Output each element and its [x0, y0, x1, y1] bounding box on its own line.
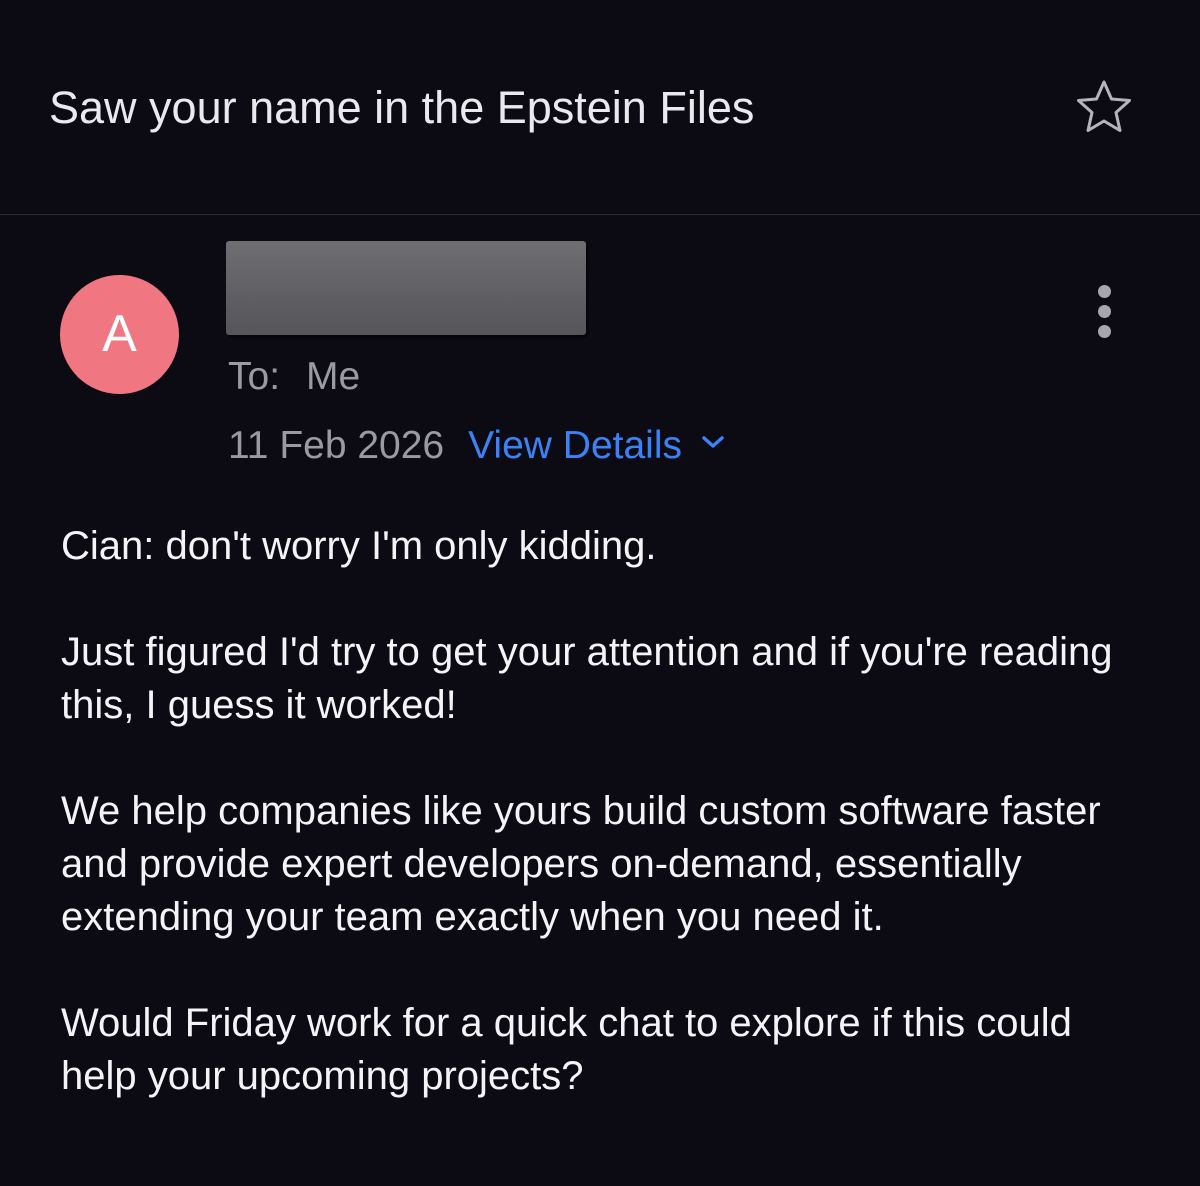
body-paragraph: Just figured I'd try to get your attenti…	[61, 630, 1113, 727]
email-body: Cian: don't worry I'm only kidding. Just…	[61, 520, 1151, 1156]
recipient-value: Me	[306, 355, 361, 398]
more-options-icon[interactable]	[1094, 285, 1116, 339]
body-paragraph: Cian: don't worry I'm only kidding.	[61, 524, 657, 568]
sender-avatar: A	[60, 275, 179, 394]
body-paragraph: Would Friday work for a quick chat to ex…	[61, 1001, 1072, 1098]
recipient-line: To: Me	[228, 352, 360, 402]
email-date: 11 Feb 2026	[228, 424, 445, 467]
chevron-down-icon[interactable]	[700, 432, 726, 452]
email-subject: Saw your name in the Epstein Files	[49, 82, 755, 133]
body-paragraph: We help companies like yours build custo…	[61, 789, 1101, 939]
view-details-link[interactable]: View Details	[468, 424, 682, 467]
sender-name-redacted	[226, 241, 586, 335]
subject-header: Saw your name in the Epstein Files	[0, 0, 1200, 215]
recipient-label: To:	[228, 355, 281, 398]
email-meta: 11 Feb 2026 View Details	[228, 421, 726, 471]
star-icon[interactable]	[1074, 78, 1134, 136]
email-view: Saw your name in the Epstein Files A To:…	[0, 0, 1200, 1186]
